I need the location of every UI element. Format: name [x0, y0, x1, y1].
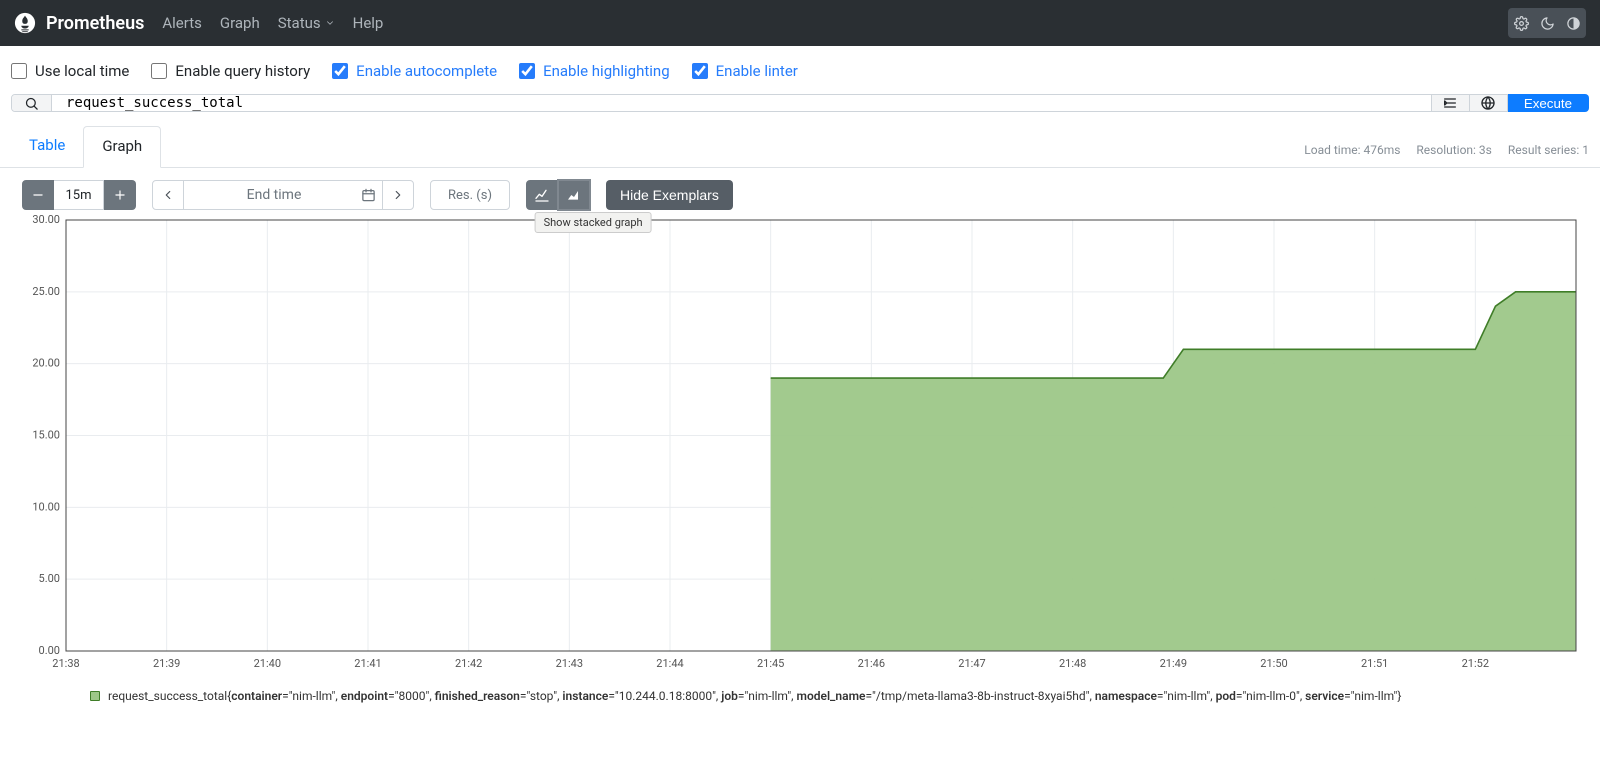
indent-icon	[1442, 95, 1458, 111]
svg-text:21:48: 21:48	[1059, 657, 1086, 670]
svg-text:21:41: 21:41	[354, 657, 381, 670]
execute-button[interactable]: Execute	[1508, 94, 1589, 112]
svg-text:21:51: 21:51	[1361, 657, 1388, 670]
line-chart-icon	[534, 187, 550, 203]
contrast-icon	[1566, 16, 1581, 31]
chart-svg[interactable]: 0.00 5.00 10.00 15.00 20.00 25.00 30.00 21:38 21…	[22, 214, 1582, 679]
graph-controls: 15m End time Res. (s) Show stacked graph…	[0, 168, 1600, 212]
svg-text:21:44: 21:44	[656, 657, 683, 670]
nav-graph[interactable]: Graph	[220, 14, 260, 32]
svg-text:21:42: 21:42	[455, 657, 482, 670]
svg-text:5.00: 5.00	[39, 572, 60, 585]
range-increase-button[interactable]	[104, 180, 136, 210]
gear-icon	[1514, 16, 1529, 31]
tab-row: Table Graph Load time: 476ms Resolution:…	[0, 126, 1600, 168]
calendar-icon	[361, 188, 376, 203]
chart-mode-group: Show stacked graph	[526, 180, 590, 210]
svg-text:21:47: 21:47	[958, 657, 985, 670]
resolution-input[interactable]: Res. (s)	[430, 180, 510, 210]
opt-query-history[interactable]: Enable query history	[151, 62, 310, 80]
area-chart-icon	[566, 187, 582, 203]
options-row: Use local time Enable query history Enab…	[0, 46, 1600, 94]
svg-text:25.00: 25.00	[32, 285, 60, 298]
range-input[interactable]: 15m	[54, 180, 104, 210]
svg-text:21:52: 21:52	[1462, 657, 1489, 670]
stat-res: Resolution: 3s	[1416, 143, 1491, 157]
svg-text:21:49: 21:49	[1160, 657, 1187, 670]
svg-text:30.00: 30.00	[32, 214, 60, 226]
range-decrease-button[interactable]	[22, 180, 54, 210]
svg-text:10.00: 10.00	[32, 500, 60, 513]
res-group: Res. (s)	[430, 180, 510, 210]
svg-text:20.00: 20.00	[32, 357, 60, 370]
line-graph-button[interactable]	[526, 180, 558, 210]
opt-linter[interactable]: Enable linter	[692, 62, 798, 80]
query-stats: Load time: 476ms Resolution: 3s Result s…	[1304, 143, 1589, 167]
opt-autocomplete[interactable]: Enable autocomplete	[332, 62, 497, 80]
svg-text:21:40: 21:40	[254, 657, 281, 670]
svg-text:21:38: 21:38	[52, 657, 79, 670]
legend: request_success_total{container="nim-llm…	[0, 679, 1600, 723]
svg-text:21:46: 21:46	[858, 657, 885, 670]
svg-text:21:50: 21:50	[1260, 657, 1287, 670]
legend-text: request_success_total{container="nim-llm…	[108, 689, 1401, 703]
nav-status[interactable]: Status	[278, 14, 335, 32]
svg-text:0.00: 0.00	[39, 644, 60, 657]
svg-text:21:39: 21:39	[153, 657, 180, 670]
query-row: Execute	[0, 94, 1600, 120]
brand[interactable]: Prometheus	[14, 12, 144, 34]
navbar: Prometheus Alerts Graph Status Help	[0, 0, 1600, 46]
end-time-input[interactable]: End time	[184, 180, 382, 210]
tab-table[interactable]: Table	[11, 126, 83, 167]
chevron-down-icon	[325, 18, 335, 28]
stacked-tooltip: Show stacked graph	[535, 212, 652, 233]
time-back-button[interactable]	[152, 180, 184, 210]
stat-series: Result series: 1	[1508, 143, 1589, 157]
prometheus-logo-icon	[14, 12, 36, 34]
stat-load: Load time: 476ms	[1304, 143, 1400, 157]
opt-highlighting[interactable]: Enable highlighting	[519, 62, 670, 80]
moon-icon	[1540, 16, 1555, 31]
theme-contrast-button[interactable]	[1560, 8, 1586, 38]
chevron-left-icon	[161, 188, 175, 202]
metric-explorer-button[interactable]	[12, 95, 52, 111]
expression-input[interactable]	[52, 95, 1431, 111]
exemplars-button[interactable]: Hide Exemplars	[606, 180, 733, 210]
chart: 0.00 5.00 10.00 15.00 20.00 25.00 30.00 21:38 21…	[0, 212, 1600, 679]
brand-name: Prometheus	[46, 13, 144, 34]
time-forward-button[interactable]	[382, 180, 414, 210]
explain-button[interactable]	[1470, 94, 1508, 112]
range-group: 15m	[22, 180, 136, 210]
nav-alerts[interactable]: Alerts	[162, 14, 202, 32]
endtime-group: End time	[152, 180, 414, 210]
format-button[interactable]	[1432, 94, 1470, 112]
tab-graph[interactable]: Graph	[83, 126, 161, 168]
plus-icon	[113, 188, 127, 202]
theme-dark-button[interactable]	[1534, 8, 1560, 38]
search-icon	[24, 96, 39, 111]
minus-icon	[31, 188, 45, 202]
svg-text:21:43: 21:43	[556, 657, 583, 670]
svg-text:15.00: 15.00	[32, 429, 60, 442]
globe-icon	[1480, 95, 1496, 111]
opt-local-time[interactable]: Use local time	[11, 62, 129, 80]
settings-button[interactable]	[1508, 8, 1534, 38]
legend-item[interactable]: request_success_total{container="nim-llm…	[90, 689, 1578, 703]
svg-text:21:45: 21:45	[757, 657, 784, 670]
nav-help[interactable]: Help	[353, 14, 384, 32]
chevron-right-icon	[391, 188, 405, 202]
legend-swatch	[90, 691, 100, 701]
stacked-graph-button[interactable]	[558, 180, 590, 210]
